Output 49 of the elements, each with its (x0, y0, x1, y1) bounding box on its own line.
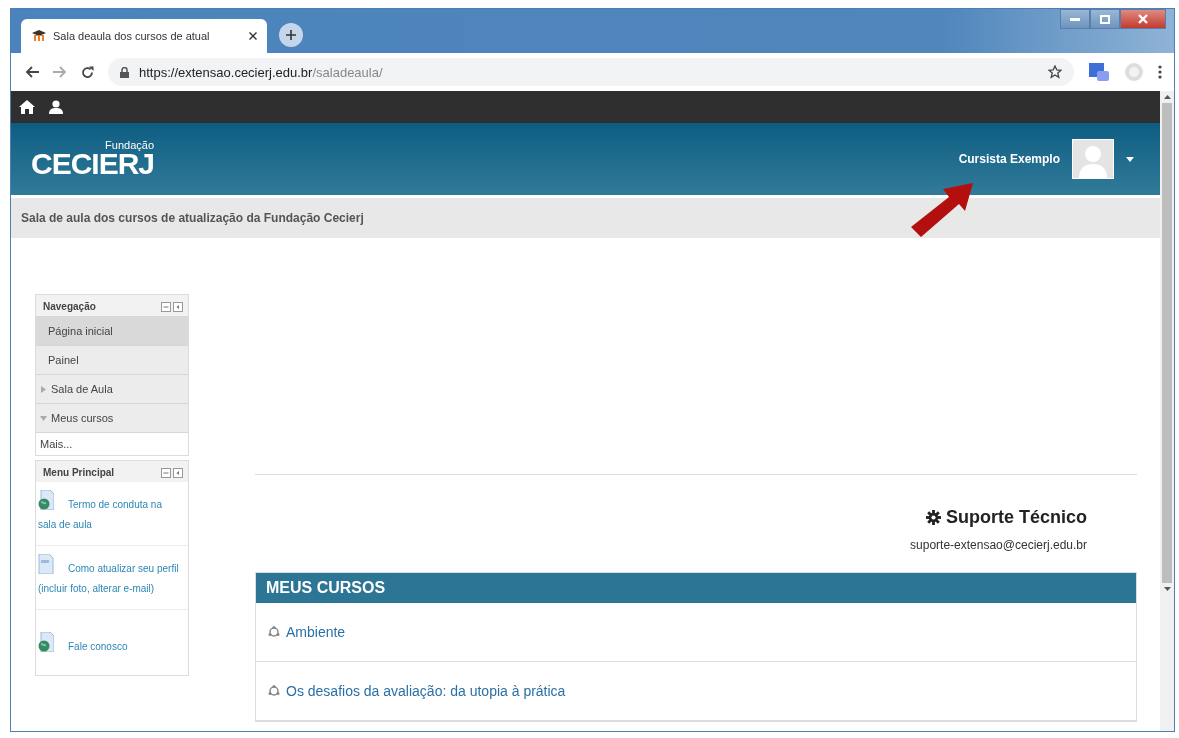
close-icon[interactable] (249, 32, 257, 40)
block-title: Navegação (43, 301, 96, 312)
course-icon (268, 626, 280, 638)
menu-link[interactable]: Fale conosco (38, 632, 182, 657)
close-button[interactable] (1120, 9, 1166, 29)
scroll-up-icon[interactable] (1163, 95, 1171, 99)
block-title: Menu Principal (43, 467, 115, 478)
courses-header: MEUS CURSOS (256, 573, 1136, 603)
course-link[interactable]: Os desafios da avaliação: da utopia à prática (286, 683, 566, 699)
minimize-button[interactable] (1060, 9, 1090, 29)
plus-icon[interactable] (286, 30, 296, 40)
caret-icon[interactable] (1126, 156, 1134, 162)
support-title: Suporte Técnico (925, 507, 1087, 528)
reload-icon[interactable] (81, 65, 94, 79)
cap-icon (31, 30, 47, 42)
user-icon[interactable] (49, 100, 63, 114)
browser-tab[interactable]: Sala deaula dos cursos de atual (21, 19, 267, 53)
logo[interactable]: Fundação CECIERJ (31, 139, 155, 179)
nav-item[interactable]: Meus cursos (36, 403, 188, 432)
course-link[interactable]: Ambiente (286, 624, 346, 640)
lock-icon (120, 66, 129, 78)
address-field[interactable]: https://extensao.cecierj.edu.br/saladeaula/ (108, 58, 1074, 86)
gear-icon (925, 510, 941, 525)
scrollbar[interactable] (1160, 91, 1174, 731)
nav-item[interactable]: Página inicial (36, 316, 188, 345)
nav-item[interactable]: Painel (36, 345, 188, 374)
back-icon[interactable] (25, 66, 39, 78)
maximize-button[interactable] (1090, 9, 1120, 29)
course-icon (268, 685, 280, 697)
minimize-icon[interactable] (1070, 17, 1080, 21)
user-name[interactable]: Cursista Exemplo (958, 152, 1060, 166)
breadcrumb-text: Sala de aula dos cursos de atualização da Fundação Cecierj (21, 211, 364, 225)
menu-link[interactable]: Como atualizar seu perfil (incluir foto, alterar e-mail) (38, 554, 182, 599)
nav-item[interactable]: Sala de Aula (36, 374, 188, 403)
block-controls-icon[interactable] (161, 467, 183, 478)
calendar-icon[interactable] (1088, 62, 1110, 82)
scroll-down-icon[interactable] (1163, 587, 1171, 591)
document-icon (38, 554, 54, 574)
star-icon[interactable] (1048, 65, 1062, 79)
home-icon[interactable] (19, 100, 35, 114)
new-tab-button[interactable] (279, 23, 303, 47)
web-page-icon (38, 632, 54, 652)
web-page-icon (38, 490, 54, 510)
maximize-icon[interactable] (1100, 14, 1110, 24)
menu-icon[interactable] (1158, 65, 1162, 79)
block-controls-icon[interactable] (161, 301, 183, 312)
menu-link[interactable]: Termo de conduta na sala de aula (38, 490, 182, 535)
support-email: suporte-extensao@cecierj.edu.br (910, 538, 1087, 552)
nav-item[interactable]: Mais... (36, 432, 188, 455)
